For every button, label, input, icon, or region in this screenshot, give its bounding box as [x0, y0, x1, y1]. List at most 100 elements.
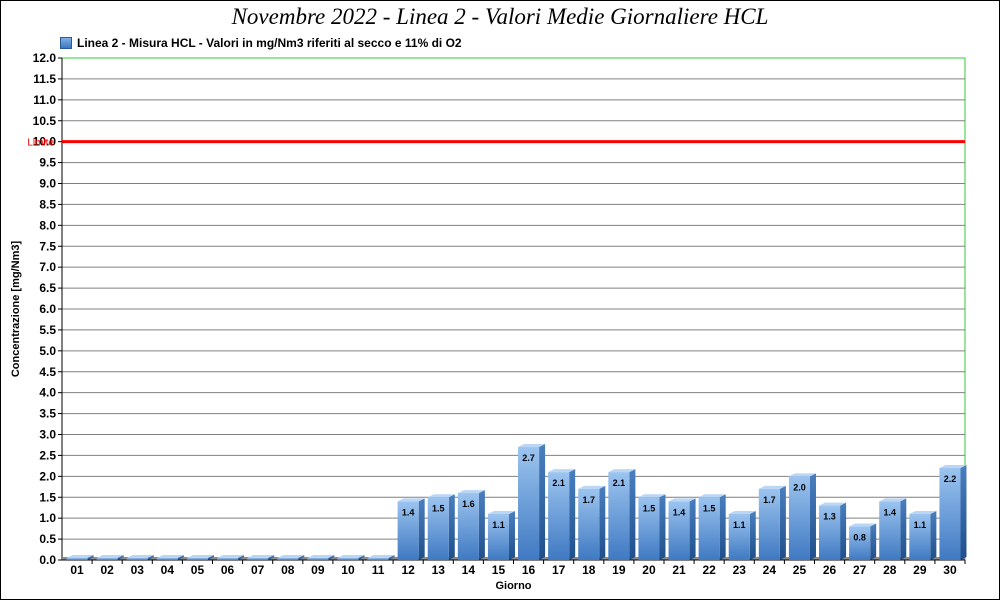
data-label: 2.1: [552, 478, 565, 488]
x-tick-label: 25: [793, 563, 807, 577]
bar-side: [418, 498, 425, 560]
y-tick-label: 11.5: [33, 72, 56, 86]
y-tick-label: 7.5: [39, 239, 56, 253]
data-label: 0.8: [853, 533, 866, 543]
y-tick-label: 12.0: [33, 51, 57, 65]
bar: [186, 558, 208, 560]
bar: [367, 558, 389, 560]
x-tick-label: 29: [913, 563, 927, 577]
bar: [307, 558, 329, 560]
y-tick-label: 6.5: [39, 281, 56, 295]
y-tick-label: 8.0: [39, 218, 56, 232]
data-label: 2.2: [944, 474, 957, 484]
bar: [518, 447, 540, 560]
data-label: 1.1: [492, 520, 505, 530]
bar: [156, 558, 178, 560]
y-tick-label: 5.0: [39, 344, 56, 358]
bar-side: [809, 473, 816, 560]
x-tick-label: 13: [432, 563, 446, 577]
data-label: 1.4: [673, 507, 686, 517]
bar-side: [569, 469, 576, 560]
y-tick-label: 9.5: [39, 156, 56, 170]
bar-side: [900, 498, 907, 560]
x-tick-label: 07: [251, 563, 265, 577]
data-label: 1.5: [432, 503, 445, 513]
bar-side: [870, 523, 877, 560]
data-label: 1.7: [763, 495, 776, 505]
bar-side: [749, 510, 756, 560]
x-tick-label: 24: [763, 563, 777, 577]
x-tick-label: 28: [883, 563, 897, 577]
x-tick-label: 14: [462, 563, 476, 577]
y-tick-label: 9.0: [39, 177, 56, 191]
x-tick-label: 05: [191, 563, 205, 577]
data-label: 2.1: [613, 478, 626, 488]
data-label: 2.0: [793, 482, 806, 492]
y-tick-label: 0.0: [39, 553, 56, 567]
x-tick-label: 27: [853, 563, 867, 577]
bar-side: [508, 510, 515, 560]
x-axis-title: Giorno: [495, 580, 531, 592]
x-tick-label: 16: [522, 563, 536, 577]
bar-side: [478, 490, 485, 560]
x-tick-label: 18: [582, 563, 596, 577]
x-tick-label: 02: [100, 563, 114, 577]
data-label: 1.4: [402, 507, 415, 517]
bar: [96, 558, 118, 560]
chart-svg: 0.0 0.5 1.0 1.5 2.0 2.5 3.0 3.5 4.0 4.5 5.0 5.5 6.0 6…: [10, 51, 967, 592]
grid-layer: 0.0 0.5 1.0 1.5 2.0 2.5 3.0 3.5 4.0 4.5 5.0 5.5 6.0 6…: [33, 51, 966, 567]
x-tick-label: 21: [672, 563, 686, 577]
x-tick-label: 09: [311, 563, 325, 577]
y-tick-label: 3.5: [39, 407, 56, 421]
y-tick-label: 0.5: [39, 532, 56, 546]
x-tick-label: 08: [281, 563, 295, 577]
data-label: 1.5: [643, 503, 656, 513]
y-axis-title: Concentrazione [mg/Nm3]: [10, 241, 22, 378]
y-tick-label: 4.5: [39, 365, 56, 379]
bar: [337, 558, 359, 560]
x-tick-label: 03: [131, 563, 145, 577]
bar-side: [539, 444, 546, 560]
data-label: 1.1: [914, 520, 927, 530]
x-tick-label: 26: [823, 563, 837, 577]
x-tick-label: 30: [943, 563, 957, 577]
bar: [277, 558, 299, 560]
data-label: 1.3: [823, 512, 836, 522]
x-tick-label: 15: [492, 563, 506, 577]
bar-side: [960, 464, 967, 560]
data-label: 1.1: [733, 520, 746, 530]
x-tick-label: 22: [702, 563, 716, 577]
y-tick-label: 10.5: [33, 114, 57, 128]
bar-side: [659, 494, 666, 560]
x-tick-label: 23: [733, 563, 747, 577]
y-tick-label: 2.5: [39, 448, 56, 462]
y-tick-label: 1.0: [39, 511, 56, 525]
x-tick-label: 12: [401, 563, 415, 577]
y-tick-label: 2.0: [39, 469, 56, 483]
x-tick-label: 06: [221, 563, 235, 577]
x-tick-label: 17: [552, 563, 566, 577]
data-label: 1.5: [703, 503, 716, 513]
bar: [66, 558, 88, 560]
x-tick-label: 20: [642, 563, 656, 577]
bar-side: [930, 510, 937, 560]
data-label: 1.6: [462, 499, 475, 509]
x-tick-label: 19: [612, 563, 626, 577]
y-tick-label: 7.0: [39, 260, 56, 274]
bar: [247, 558, 269, 560]
bar: [126, 558, 148, 560]
x-tick-label: 10: [341, 563, 355, 577]
bar-side: [599, 485, 606, 560]
data-label: 2.7: [522, 453, 535, 463]
data-label: 1.7: [582, 495, 595, 505]
y-tick-label: 3.0: [39, 428, 56, 442]
bar-side: [689, 498, 696, 560]
y-tick-label: 4.0: [39, 386, 56, 400]
bar-side: [779, 485, 786, 560]
x-tick-label: 04: [161, 563, 175, 577]
bar-side: [719, 494, 726, 560]
bar-side: [840, 502, 847, 560]
y-tick-label: 11.0: [33, 93, 56, 107]
y-tick-label: 6.0: [39, 302, 56, 316]
x-tick-label: 01: [70, 563, 84, 577]
